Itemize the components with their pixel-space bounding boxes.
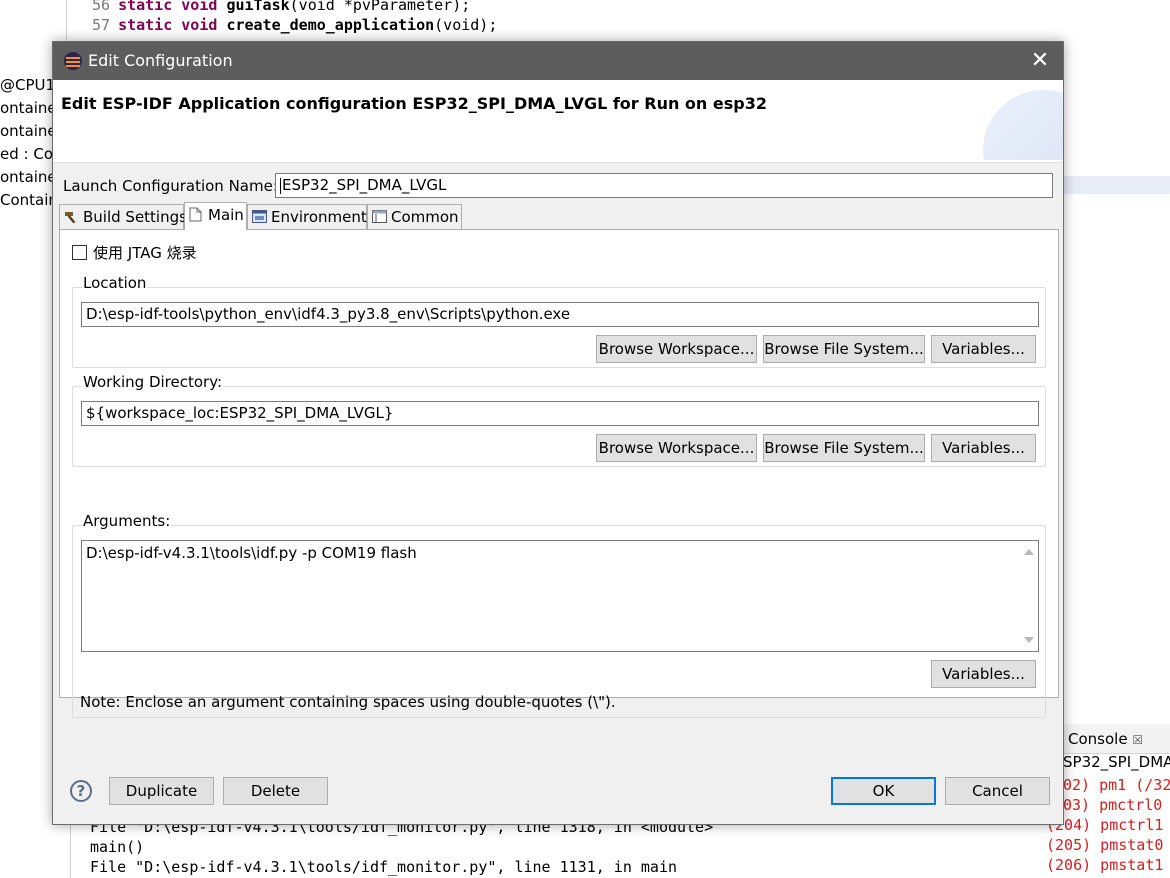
page-icon — [189, 207, 204, 222]
dialog-titlebar[interactable]: Edit Configuration ✕ — [53, 42, 1063, 80]
environment-icon — [252, 210, 267, 224]
main-tab-panel: 使用 JTAG 烧录 Location D:\esp-idf-tools\pyt… — [59, 229, 1059, 718]
ok-button[interactable]: OK — [831, 777, 936, 805]
close-icon[interactable]: ☒ — [1132, 733, 1143, 747]
arguments-label: Arguments: — [82, 512, 172, 530]
jtag-flash-checkbox[interactable] — [72, 245, 87, 260]
tree-fragment: Contain — [0, 191, 58, 209]
arguments-group: Arguments: D:\esp-idf-v4.3.1\tools\idf.p… — [72, 512, 1046, 718]
console-subtitle: SP32_SPI_DMA_ — [1063, 753, 1170, 771]
variables-button[interactable]: Variables... — [931, 660, 1036, 688]
divider — [53, 162, 1063, 163]
header-title: Edit ESP-IDF Application configuration E… — [61, 94, 767, 113]
config-name-label: Launch Configuration Name: — [63, 177, 278, 195]
console-tab-label: Console — [1068, 730, 1128, 748]
duplicate-button[interactable]: Duplicate — [109, 777, 214, 805]
cancel-button[interactable]: Cancel — [945, 777, 1050, 805]
browse-workspace-button[interactable]: Browse Workspace... — [596, 434, 757, 462]
tab-main[interactable]: Main — [184, 202, 247, 230]
hammer-icon — [64, 210, 79, 224]
textarea-scrollbar[interactable] — [1020, 541, 1038, 651]
config-name-input[interactable]: ESP32_SPI_DMA_LVGL — [275, 173, 1053, 198]
jtag-flash-label: 使用 JTAG 烧录 — [93, 244, 197, 262]
variables-button[interactable]: Variables... — [931, 335, 1036, 363]
code-line: 57 static void create_demo_application(vo… — [92, 16, 498, 34]
code-line: 56 static void guiTask(void *pvParameter)… — [92, 0, 471, 14]
location-input[interactable]: D:\esp-idf-tools\python_env\idf4.3_py3.8… — [81, 302, 1039, 327]
working-directory-input[interactable]: ${workspace_loc:ESP32_SPI_DMA_LVGL} — [81, 401, 1039, 426]
delete-button[interactable]: Delete — [223, 777, 328, 805]
eclipse-icon — [64, 52, 82, 70]
edit-configuration-dialog: Edit Configuration ✕ Edit ESP-IDF Applic… — [52, 41, 1064, 825]
note-text: Note: Enclose an argument containing spa… — [80, 693, 616, 711]
panel-divider — [66, 0, 67, 40]
tab-common[interactable]: Common — [367, 204, 462, 230]
working-directory-label: Working Directory: — [82, 373, 224, 391]
project-explorer-panel: @CPU1) ontainer ontainer ed : Con ontain… — [0, 0, 63, 878]
location-group: Location D:\esp-idf-tools\python_env\idf… — [72, 274, 1046, 368]
variables-button[interactable]: Variables... — [931, 434, 1036, 462]
editor-line-highlight — [1063, 176, 1170, 194]
browse-workspace-button[interactable]: Browse Workspace... — [596, 335, 757, 363]
console-line: main() — [90, 838, 145, 856]
tab-console[interactable]: Console ☒ — [1068, 730, 1143, 748]
banner-graphic — [983, 80, 1063, 160]
common-icon — [372, 210, 387, 224]
dialog-header: Edit ESP-IDF Application configuration E… — [53, 80, 1063, 162]
arguments-textarea[interactable]: D:\esp-idf-v4.3.1\tools\idf.py -p COM19 … — [81, 540, 1039, 652]
console-line: (206) pmstat1 — [1046, 856, 1164, 874]
tab-build-settings[interactable]: Build Settings — [59, 204, 187, 230]
console-line: 03) pmctrl0 — [1063, 796, 1163, 814]
working-directory-group: Working Directory: ${workspace_loc:ESP32… — [72, 373, 1046, 467]
location-label: Location — [82, 274, 148, 292]
browse-file-system-button[interactable]: Browse File System... — [763, 434, 925, 462]
dialog-title: Edit Configuration — [88, 51, 233, 70]
console-line: (205) pmstat0 — [1046, 836, 1164, 854]
help-icon[interactable]: ? — [70, 780, 92, 802]
console-line: 02) pm1 (/32 — [1063, 776, 1170, 794]
browse-file-system-button[interactable]: Browse File System... — [763, 335, 925, 363]
console-line: File "D:\esp-idf-v4.3.1\tools/idf_monito… — [90, 858, 677, 876]
scroll-up-icon[interactable] — [1024, 549, 1034, 555]
close-icon[interactable]: ✕ — [1017, 42, 1063, 80]
tab-environment[interactable]: Environment — [247, 204, 367, 230]
scroll-down-icon[interactable] — [1024, 637, 1034, 643]
